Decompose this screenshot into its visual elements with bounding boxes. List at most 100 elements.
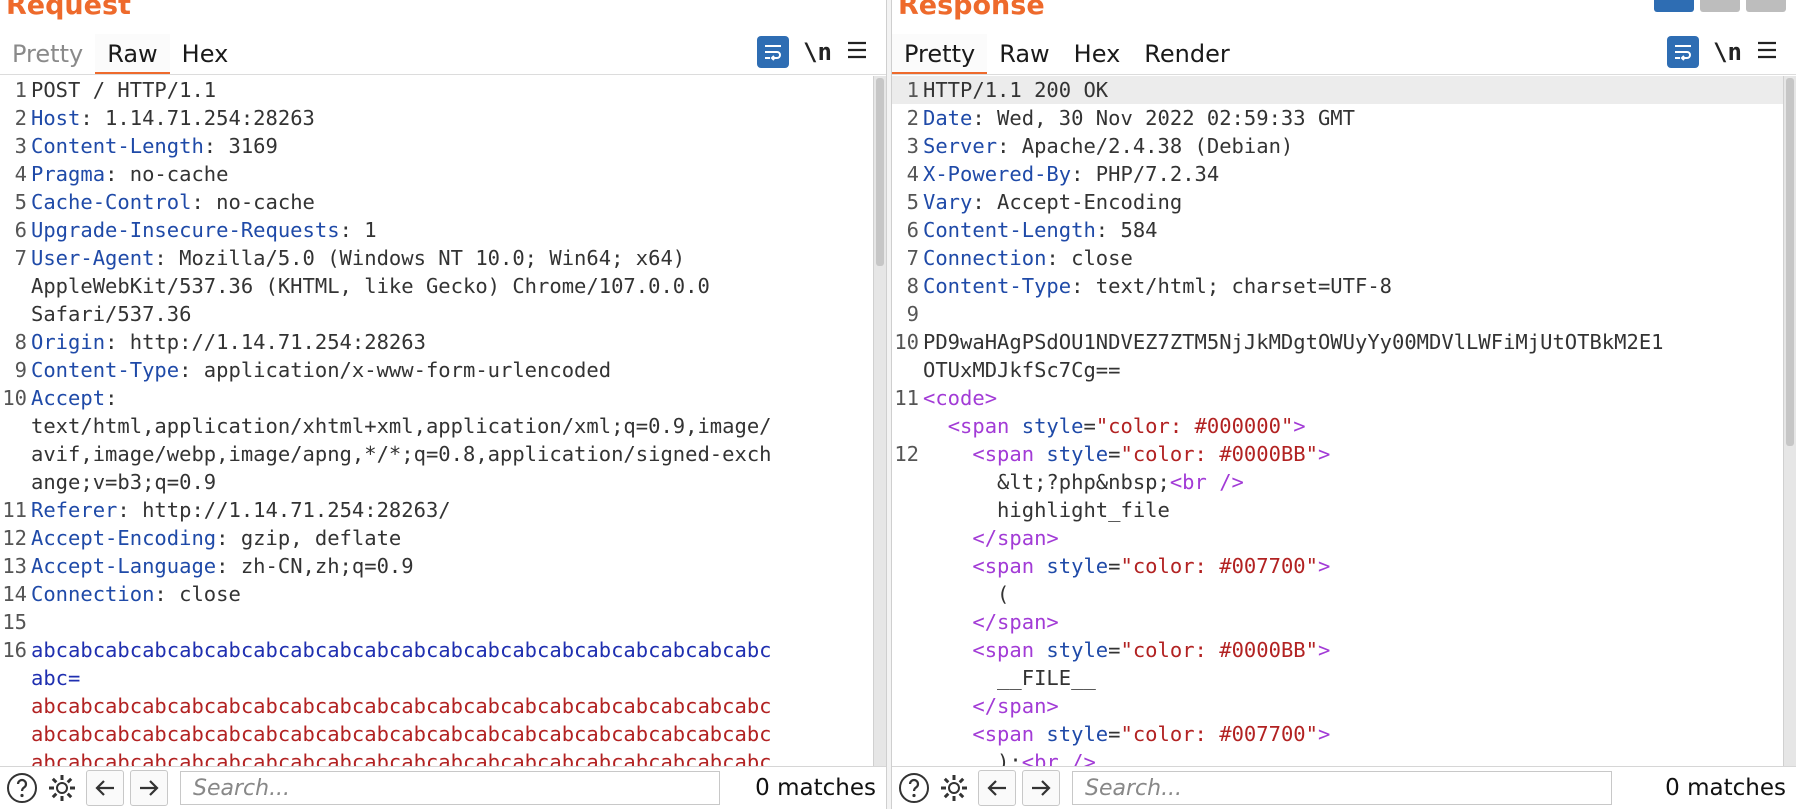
line-content: Pragma: no-cache [31, 160, 886, 188]
request-tab-raw[interactable]: Raw [95, 34, 170, 75]
code-token: <code> [923, 386, 998, 410]
line-number: 4 [906, 162, 919, 186]
request-scrollbar[interactable] [873, 76, 886, 767]
line-content: <span style="color: #007700"> [923, 552, 1796, 580]
response-tab-pretty[interactable]: Pretty [892, 34, 988, 75]
code-token: = [1108, 722, 1121, 746]
request-tab-pretty[interactable]: Pretty [0, 34, 95, 72]
request-editor[interactable]: 1 POST / HTTP/1.1 2 Host: 1.14.71.254:28263… [0, 76, 886, 767]
code-token: : close [1046, 246, 1133, 270]
line-number: 7 [14, 246, 27, 270]
code-line: 8 Origin: http://1.14.71.254:28263 [0, 328, 886, 356]
code-line: 16 abcabcabcabcabcabcabcabcabcabcabcabcab… [0, 636, 886, 664]
code-token: : zh-CN,zh;q=0.9 [216, 554, 414, 578]
code-line: 11 Referer: http://1.14.71.254:28263/ [0, 496, 886, 524]
line-number: 1 [906, 78, 919, 102]
request-tab-divider [0, 74, 886, 75]
hamburger-menu-icon[interactable] [846, 38, 868, 66]
code-line: abcabcabcabcabcabcabcabcabcabcabcabcabca… [0, 692, 886, 720]
word-wrap-icon[interactable] [1667, 36, 1700, 68]
response-tab-raw[interactable]: Raw [987, 34, 1061, 72]
layout-tabs-icon[interactable] [1746, 0, 1786, 12]
response-tab-hex[interactable]: Hex [1062, 34, 1133, 72]
response-tab-render[interactable]: Render [1132, 34, 1241, 72]
code-token: : text/html; charset=UTF-8 [1071, 274, 1393, 298]
line-content: abcabcabcabcabcabcabcabcabcabcabcabcabca… [31, 636, 886, 664]
code-line: 4 Pragma: no-cache [0, 160, 886, 188]
code-line: 9 Content-Type: application/x-www-form-ur… [0, 356, 886, 384]
code-line: 7 User-Agent: Mozilla/5.0 (Windows NT 10.… [0, 244, 886, 272]
code-token: "color: #000000" [1095, 414, 1294, 438]
response-scrollbar-thumb[interactable] [1786, 78, 1794, 446]
code-line: AppleWebKit/537.36 (KHTML, like Gecko) C… [0, 272, 886, 300]
code-line: OTUxMDJkfSc7Cg== [892, 356, 1796, 384]
code-token: : [105, 386, 118, 410]
line-number: 2 [906, 106, 919, 130]
settings-gear-icon[interactable] [44, 770, 80, 806]
code-token: Referer [31, 498, 118, 522]
request-scrollbar-thumb[interactable] [876, 78, 884, 266]
code-token: Content-Type [923, 274, 1072, 298]
line-number [892, 356, 923, 384]
line-content: Connection: close [923, 244, 1796, 272]
line-number [892, 692, 923, 720]
line-content: Origin: http://1.14.71.254:28263 [31, 328, 886, 356]
line-content: Content-Length: 3169 [31, 132, 886, 160]
line-number [892, 496, 923, 524]
code-line: <span style="color: #007700"> [892, 720, 1796, 748]
request-tab-hex[interactable]: Hex [170, 34, 241, 72]
line-number: 2 [14, 106, 27, 130]
code-token: Content-Length [31, 134, 204, 158]
line-number: 11 [2, 498, 27, 522]
line-content: POST / HTTP/1.1 [31, 76, 886, 104]
line-number: 12 [894, 442, 919, 466]
line-content: abcabcabcabcabcabcabcabcabcabcabcabcabca… [31, 692, 886, 720]
response-search-field[interactable] [1072, 771, 1612, 805]
word-wrap-icon[interactable] [757, 36, 790, 68]
code-line: &lt;?php&nbsp;<br /> [892, 468, 1796, 496]
code-token: : http://1.14.71.254:28263/ [117, 498, 451, 522]
code-token: HTTP/1.1 200 OK [923, 78, 1109, 102]
code-token: "color: #0000BB" [1120, 442, 1318, 466]
line-number: 16 [2, 638, 27, 662]
arrow-left-icon[interactable] [978, 770, 1016, 806]
line-number [892, 664, 923, 692]
line-number: 12 [2, 526, 27, 550]
settings-gear-icon[interactable] [936, 770, 972, 806]
line-number [892, 720, 923, 748]
arrow-right-icon[interactable] [130, 770, 168, 806]
response-scrollbar[interactable] [1783, 76, 1796, 767]
code-token: Connection [923, 246, 1047, 270]
code-token: PD9waHAgPSdOU1NDVEZ7ZTM5NjJkMDgtOWUyYy00… [923, 330, 1664, 354]
layout-top-bottom-icon[interactable] [1700, 0, 1740, 12]
code-token: : Apache/2.4.38 (Debian) [997, 134, 1294, 158]
response-editor[interactable]: 1 HTTP/1.1 200 OK 2 Date: Wed, 30 Nov 2022 … [892, 76, 1796, 767]
help-icon[interactable] [4, 770, 40, 806]
code-token: : Accept-Encoding [972, 190, 1183, 214]
hamburger-menu-icon[interactable] [1756, 38, 1778, 66]
arrow-left-icon[interactable] [86, 770, 124, 806]
code-token: <span [972, 554, 1035, 578]
line-content: &lt;?php&nbsp;<br /> [923, 468, 1796, 496]
code-token: ange;v=b3;q=0.9 [31, 470, 217, 494]
code-token: abc= [31, 666, 81, 690]
newline-toggle-button[interactable]: \n [803, 38, 832, 66]
newline-toggle-button[interactable]: \n [1713, 38, 1742, 66]
code-line: 9 [892, 300, 1796, 328]
request-search-input[interactable] [191, 774, 719, 802]
layout-buttons [1654, 0, 1786, 12]
line-number [0, 300, 31, 328]
response-search-input[interactable] [1083, 774, 1611, 802]
help-icon[interactable] [896, 770, 932, 806]
code-token: > [1317, 554, 1331, 578]
arrow-right-icon[interactable] [1022, 770, 1060, 806]
line-content: PD9waHAgPSdOU1NDVEZ7ZTM5NjJkMDgtOWUyYy00… [923, 328, 1796, 356]
response-tab-divider [892, 74, 1796, 75]
line-content: Accept: [31, 384, 886, 412]
code-token: style [1034, 554, 1109, 578]
layout-side-by-side-icon[interactable] [1654, 0, 1694, 12]
line-content: abcabcabcabcabcabcabcabcabcabcabcabcabca… [31, 720, 886, 748]
request-search-field[interactable] [180, 771, 720, 805]
code-token: Accept [31, 386, 106, 410]
